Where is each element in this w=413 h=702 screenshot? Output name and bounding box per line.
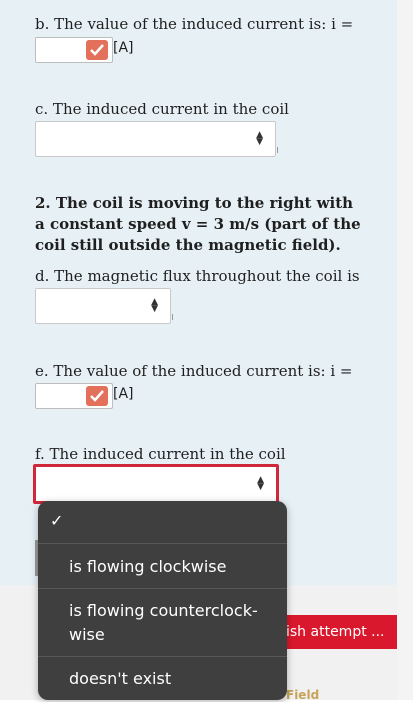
question-d-label: d. The magnetic flux throughout the coil…	[35, 267, 360, 285]
section-2-text: 2. The coil is moving to the right with …	[35, 194, 361, 254]
correct-check-icon	[86, 386, 108, 406]
finish-attempt-button[interactable]: ish attempt ...	[272, 615, 397, 649]
question-c-label: c. The induced current in the coil	[35, 100, 289, 118]
select-c[interactable]: ▲ ▼	[35, 121, 276, 157]
checkmark-icon: ✓	[50, 511, 64, 530]
question-b-label: b. The value of the induced current is: …	[35, 15, 354, 33]
dropdown-option-empty[interactable]: ✓	[38, 501, 287, 543]
option-label: is flowing clockwise	[69, 557, 227, 576]
select-c-tick	[277, 147, 278, 153]
dropdown-option-counterclockwise[interactable]: is flowing counterclock- wise	[38, 589, 287, 655]
updown-arrows-icon: ▲ ▼	[257, 475, 264, 492]
select-d-tick	[172, 314, 173, 320]
option-label: doesn't exist	[69, 669, 172, 688]
dropdown-menu: ✓ is flowing clockwise is flowing counte…	[38, 501, 287, 700]
question-f-label: f. The induced current in the coil	[35, 445, 286, 463]
question-e-label: e. The value of the induced current is: …	[35, 362, 353, 380]
option-label: is flowing counterclock- wise	[69, 601, 258, 644]
dropdown-option-none[interactable]: doesn't exist	[38, 657, 287, 700]
updown-arrows-icon: ▲ ▼	[151, 297, 158, 314]
select-d[interactable]: ▲ ▼	[35, 288, 171, 324]
select-f[interactable]: ▲ ▼	[33, 464, 279, 504]
right-margin	[397, 0, 413, 700]
correct-check-icon	[86, 40, 108, 60]
unit-e: [A]	[113, 386, 134, 402]
unit-b: [A]	[113, 40, 134, 56]
dropdown-option-clockwise[interactable]: is flowing clockwise	[38, 544, 287, 588]
updown-arrows-icon: ▲ ▼	[256, 130, 263, 147]
